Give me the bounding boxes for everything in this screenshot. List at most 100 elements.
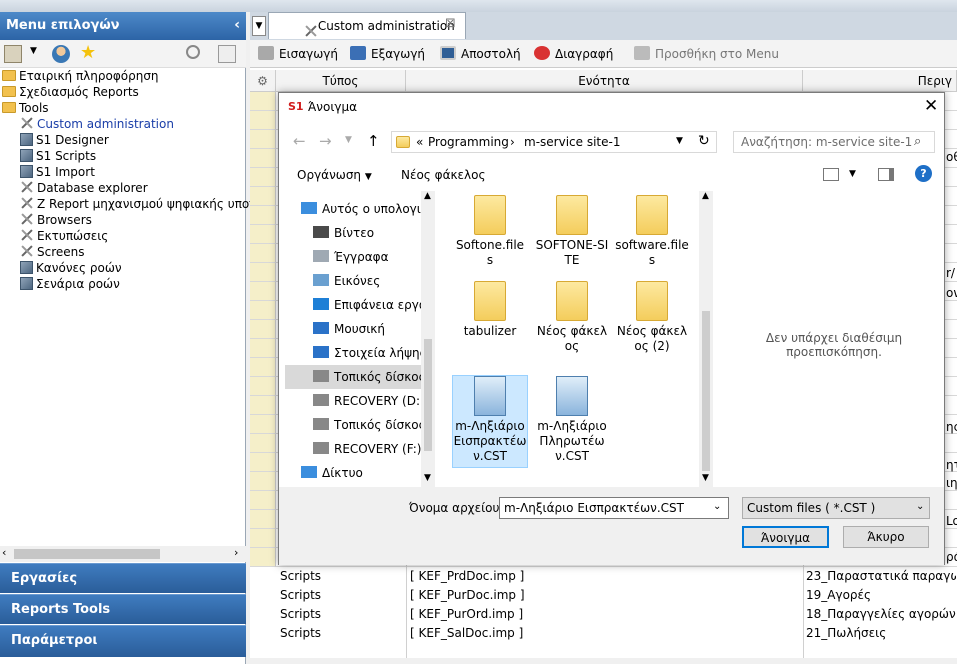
nav-item[interactable]: Βίντεο — [285, 221, 425, 245]
filename-input[interactable]: m-Ληξιάριο Εισπρακτέων.CST ⌄ — [499, 497, 729, 519]
view-icon[interactable] — [823, 168, 839, 181]
tree-item[interactable]: S1 Scripts — [20, 148, 96, 164]
row-header[interactable] — [250, 225, 276, 244]
tree-item[interactable]: Κανόνες ροών — [20, 260, 122, 276]
row-header[interactable] — [250, 415, 276, 434]
nav-item[interactable]: Έγγραφα — [285, 245, 425, 269]
row-header[interactable] — [250, 187, 276, 206]
folder-item[interactable]: software.files — [615, 195, 689, 268]
row-header[interactable] — [250, 149, 276, 168]
nav-item[interactable]: Τοπικός δίσκος (C:) — [285, 365, 425, 389]
organize-button[interactable]: Οργάνωση ▼ — [297, 168, 372, 182]
horizontal-scrollbar[interactable]: ‹ › — [0, 546, 246, 562]
dialog-close-icon[interactable]: ✕ — [924, 96, 938, 116]
tree-item[interactable]: Z Report μηχανισμού ψηφιακής υπογ — [20, 196, 256, 212]
grid-settings-icon[interactable]: ⚙ — [257, 74, 268, 88]
path-m-service[interactable]: m-service site-1 — [524, 135, 620, 149]
row-header[interactable] — [250, 510, 276, 529]
new-folder-button[interactable]: Νέος φάκελος — [401, 168, 486, 182]
tree-item[interactable]: Screens — [20, 244, 85, 260]
scroll-thumb[interactable] — [14, 549, 160, 559]
tree-item[interactable]: Browsers — [20, 212, 92, 228]
preview-pane-icon[interactable] — [878, 168, 894, 181]
grid-cell-desc[interactable]: 23_Παραστατικά παραγωγή — [806, 569, 956, 583]
row-header[interactable] — [250, 92, 276, 111]
scroll-left-icon[interactable]: ‹ — [2, 546, 6, 559]
nav-item[interactable]: Εικόνες — [285, 269, 425, 293]
grid-cell-type[interactable]: Scripts — [280, 569, 321, 583]
grid-cell-desc[interactable]: 19_Αγορές — [806, 588, 956, 602]
magnifier-icon[interactable] — [186, 45, 200, 59]
grid-cell-unit[interactable]: [ KEF_PurOrd.imp ] — [410, 607, 523, 621]
address-dropdown-icon[interactable]: ▼ — [676, 136, 683, 146]
row-header[interactable] — [250, 301, 276, 320]
tree-item[interactable]: S1 Designer — [20, 132, 109, 148]
add-to-menu-button[interactable]: Προσθήκη στο Menu — [634, 46, 779, 61]
section-tasks[interactable]: Εργασίες — [0, 563, 246, 593]
row-header[interactable] — [250, 548, 276, 567]
row-header[interactable] — [250, 244, 276, 263]
file-item[interactable]: m-Ληξιάριο Πληρωτέων.CST — [535, 376, 609, 464]
tree-item[interactable]: Σχεδιασμός Reports — [2, 84, 139, 100]
row-header[interactable] — [250, 434, 276, 453]
path-overflow[interactable]: « — [416, 135, 423, 149]
nav-item[interactable]: RECOVERY (F:) — [285, 437, 425, 461]
grid-cell-desc[interactable]: 18_Παραγγελίες αγορών — [806, 607, 956, 621]
chevron-left-icon[interactable]: ‹ — [234, 17, 240, 33]
grid-corner[interactable]: ⚙ — [250, 70, 276, 92]
forward-icon[interactable]: → — [319, 132, 332, 150]
cancel-button[interactable]: Άκυρο — [843, 526, 929, 548]
search-input[interactable]: Αναζήτηση: m-service site-1 ⌕ — [733, 131, 935, 153]
send-button[interactable]: Αποστολή — [440, 46, 521, 61]
back-icon[interactable]: ← — [293, 132, 306, 150]
nav-item[interactable]: Μουσική — [285, 317, 425, 341]
tree-item[interactable]: Σενάρια ροών — [20, 276, 120, 292]
column-header-unit[interactable]: Ενότητα — [406, 70, 803, 92]
tree-item[interactable]: Custom administration — [20, 116, 174, 132]
tree-item[interactable]: S1 Import — [20, 164, 95, 180]
nav-scroll-up-icon[interactable]: ▲ — [424, 191, 431, 201]
file-scroll-up-icon[interactable]: ▲ — [702, 191, 709, 201]
nav-item[interactable]: Τοπικός δίσκος (E:) — [285, 413, 425, 437]
help-icon[interactable]: ? — [915, 165, 932, 182]
scroll-right-icon[interactable]: › — [234, 546, 238, 559]
row-header[interactable] — [250, 168, 276, 187]
grid-cell-desc[interactable]: 21_Πωλήσεις — [806, 626, 956, 640]
row-header[interactable] — [250, 263, 276, 282]
tree-item[interactable]: Εταιρική πληροφόρηση — [2, 68, 159, 84]
nav-scroll-thumb[interactable] — [424, 339, 432, 451]
row-header[interactable] — [250, 320, 276, 339]
nav-item[interactable]: Αυτός ο υπολογιστής — [285, 197, 425, 221]
recent-dropdown-icon[interactable]: ▼ — [345, 135, 352, 145]
row-header[interactable] — [250, 472, 276, 491]
grid-cell-unit[interactable]: [ KEF_PurDoc.imp ] — [410, 588, 525, 602]
clipboard-icon[interactable] — [4, 45, 22, 63]
view-dropdown-icon[interactable]: ▼ — [849, 169, 856, 179]
section-parameters[interactable]: Παράμετροι — [0, 625, 246, 657]
row-header[interactable] — [250, 453, 276, 472]
row-header[interactable] — [250, 339, 276, 358]
grid-cell-unit[interactable]: [ KEF_SalDoc.imp ] — [410, 626, 523, 640]
row-header[interactable] — [250, 358, 276, 377]
dropdown-arrow-icon[interactable]: ▼ — [30, 46, 37, 56]
nav-item[interactable]: Επιφάνεια εργασίας — [285, 293, 425, 317]
grid-cell-type[interactable]: Scripts — [280, 607, 321, 621]
row-header[interactable] — [250, 377, 276, 396]
folder-item[interactable]: SOFTONE-SITE — [535, 195, 609, 268]
refresh-icon[interactable]: ↻ — [698, 133, 710, 149]
nav-scroll-down-icon[interactable]: ▼ — [424, 473, 431, 483]
up-icon[interactable]: ↑ — [367, 132, 380, 150]
import-button[interactable]: Εισαγωγή — [258, 46, 338, 61]
grid-cell-unit[interactable]: [ KEF_PrdDoc.imp ] — [410, 569, 524, 583]
grid-cell-type[interactable]: Scripts — [280, 626, 321, 640]
nav-scrollbar[interactable]: ▲ ▼ — [421, 191, 435, 487]
tree-item[interactable]: Εκτυπώσεις — [20, 228, 108, 244]
export-button[interactable]: Εξαγωγή — [350, 46, 425, 61]
folder-item[interactable]: Softone.files — [453, 195, 527, 268]
file-scroll-thumb[interactable] — [702, 311, 710, 471]
address-bar[interactable]: « Programming › m-service site-1 ▼ ↻ — [391, 131, 717, 153]
file-scrollbar[interactable]: ▲ ▼ — [699, 191, 713, 487]
row-header[interactable] — [250, 396, 276, 415]
grid-cell-type[interactable]: Scripts — [280, 588, 321, 602]
nav-item[interactable]: RECOVERY (D:) — [285, 389, 425, 413]
